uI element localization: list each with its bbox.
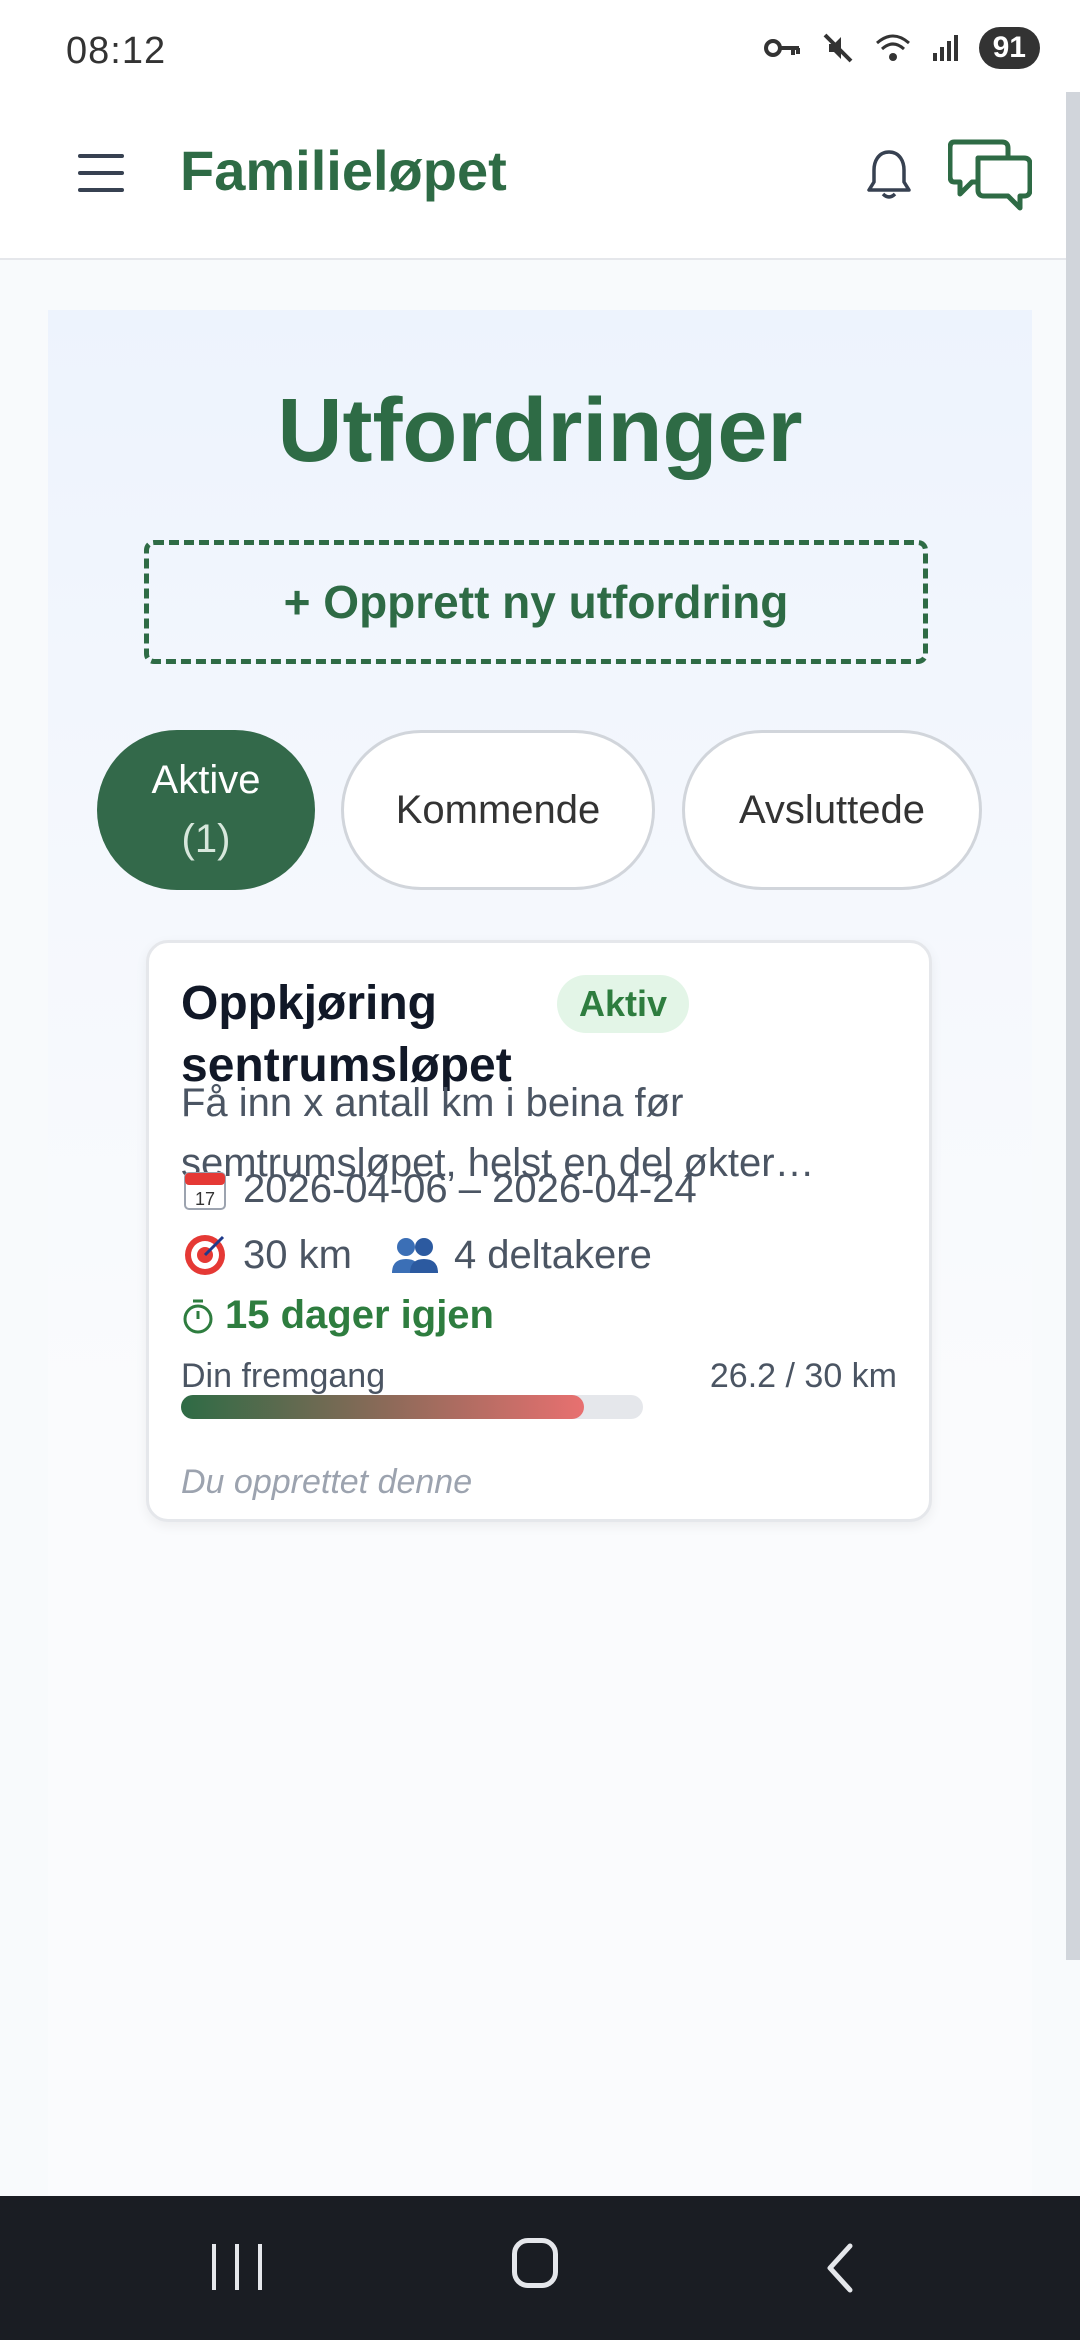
timer-icon <box>183 1299 213 1333</box>
create-challenge-button[interactable]: + Opprett ny utfordring <box>144 540 928 664</box>
people-icon <box>391 1238 438 1273</box>
challenge-goal: 30 km <box>243 1232 352 1277</box>
status-icons: 91 <box>763 26 1040 70</box>
challenge-stats-row: 30 km 4 deltakere <box>181 1231 652 1279</box>
calendar-icon: 17 <box>184 1172 226 1210</box>
challenge-time-left-row: 15 dager igjen <box>181 1293 494 1338</box>
mute-icon <box>823 33 853 63</box>
tab-active[interactable]: Aktive (1) <box>97 730 315 890</box>
status-bar: 08:12 91 <box>0 0 1080 94</box>
app-bar: Familieløpet <box>0 92 1080 260</box>
tab-label: Kommende <box>395 787 601 832</box>
recent-apps-button[interactable] <box>212 2244 262 2290</box>
back-button[interactable] <box>820 2238 860 2298</box>
challenge-participants: 4 deltakere <box>453 1232 652 1277</box>
system-nav-bar <box>0 2196 1080 2340</box>
tab-label: Aktive <box>151 758 261 802</box>
svg-text:17: 17 <box>195 1189 215 1209</box>
status-time: 08:12 <box>66 30 167 72</box>
progress-bar-fill <box>181 1395 585 1419</box>
challenge-card[interactable]: Oppkjøring sentrumsløpet Aktiv Få inn x … <box>146 940 932 1522</box>
progress-bar <box>181 1395 643 1419</box>
bell-icon[interactable] <box>858 144 920 206</box>
scrollbar-thumb[interactable] <box>1066 92 1080 1960</box>
battery-indicator: 91 <box>978 27 1040 69</box>
signal-icon <box>932 35 958 61</box>
challenge-owner-note: Du opprettet denne <box>181 1463 473 1501</box>
wifi-icon <box>875 34 910 61</box>
challenge-time-left: 15 dager igjen <box>225 1293 494 1337</box>
progress-value: 26.2 / 30 km <box>709 1357 897 1395</box>
challenge-dates: 2026-04-06 – 2026-04-24 <box>243 1166 697 1211</box>
challenge-dates-row: 17 2026-04-06 – 2026-04-24 <box>181 1165 697 1213</box>
tab-finished[interactable]: Avsluttede <box>682 730 982 890</box>
chat-icon[interactable] <box>948 132 1032 216</box>
challenges-panel: Utfordringer + Opprett ny utfordring Akt… <box>48 310 1032 2195</box>
target-icon <box>185 1235 225 1275</box>
page-title: Utfordringer <box>277 381 803 481</box>
progress-label: Din fremgang <box>181 1357 386 1395</box>
tab-count: (1) <box>181 817 231 861</box>
tab-upcoming[interactable]: Kommende <box>341 730 655 890</box>
status-badge: Aktiv <box>557 975 690 1033</box>
menu-icon[interactable] <box>78 154 124 194</box>
app-title: Familieløpet <box>180 139 507 202</box>
tab-label: Avsluttede <box>738 787 926 832</box>
vpn-key-icon <box>763 39 800 57</box>
home-button[interactable] <box>512 2238 558 2288</box>
